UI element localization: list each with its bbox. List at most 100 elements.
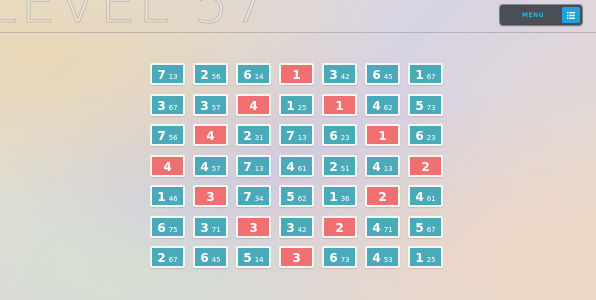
tile-subvalue: 61: [297, 164, 307, 173]
tile-subvalue: 67: [426, 225, 436, 234]
tile-value: 5: [286, 190, 295, 204]
grid-tile[interactable]: 4 61: [279, 154, 314, 177]
list-icon: [562, 7, 580, 23]
grid-tile[interactable]: 3 67: [150, 93, 185, 116]
grid-tile[interactable]: 1 46: [150, 185, 185, 207]
tile-subvalue: 57: [211, 103, 221, 112]
tile-value: 5: [243, 251, 252, 265]
grid-tile[interactable]: 2 56: [193, 63, 228, 85]
grid-tile[interactable]: 7 13: [236, 154, 271, 177]
grid-tile[interactable]: 5 67: [408, 215, 443, 238]
header-divider: [0, 32, 596, 33]
tile-subvalue: 57: [211, 164, 221, 173]
tile-value: 1: [415, 68, 424, 82]
grid-tile[interactable]: 4 71: [365, 215, 400, 238]
grid-tile[interactable]: 3 57: [193, 93, 228, 116]
menu-button[interactable]: MENU: [500, 5, 582, 25]
grid-tile[interactable]: 5 62: [279, 185, 314, 207]
grid-tile[interactable]: 3 42: [279, 215, 314, 238]
tile-value: 2: [378, 190, 387, 204]
grid-tile[interactable]: 6 73: [322, 246, 357, 268]
grid-tile[interactable]: 1 25: [279, 93, 314, 116]
grid-tile[interactable]: 4 57: [193, 154, 228, 177]
grid-tile[interactable]: 1: [279, 63, 314, 85]
grid-tile[interactable]: 2: [322, 215, 357, 238]
tile-value: 4: [200, 159, 209, 174]
tile-value: 2: [243, 129, 252, 143]
grid-tile[interactable]: 3 71: [193, 215, 228, 238]
tile-subvalue: 73: [426, 103, 436, 112]
tile-subvalue: 53: [383, 256, 393, 264]
tile-subvalue: 45: [211, 256, 221, 264]
tile-subvalue: 13: [168, 73, 178, 81]
tile-value: 6: [157, 220, 166, 235]
tile-value: 6: [329, 129, 338, 143]
tile-subvalue: 71: [211, 225, 221, 234]
tile-value: 7: [157, 68, 166, 82]
grid-tile[interactable]: 2 67: [150, 246, 185, 268]
grid-tile[interactable]: 4: [236, 93, 271, 116]
grid-tile[interactable]: 6 75: [150, 215, 185, 238]
grid-tile[interactable]: 7 13: [150, 63, 185, 85]
grid-tile[interactable]: 5 73: [408, 93, 443, 116]
grid-tile[interactable]: 4 61: [408, 185, 443, 207]
tile-value: 4: [372, 251, 381, 265]
grid-tile[interactable]: 6 23: [408, 124, 443, 146]
tile-subvalue: 14: [254, 256, 264, 264]
grid-tile[interactable]: 1: [365, 124, 400, 146]
grid-tile[interactable]: 6 14: [236, 63, 271, 85]
grid-tile[interactable]: 5 14: [236, 246, 271, 268]
tile-value: 5: [415, 220, 424, 235]
grid-tile[interactable]: 6 23: [322, 124, 357, 146]
grid-tile[interactable]: 7 13: [279, 124, 314, 146]
tile-subvalue: 62: [383, 103, 393, 112]
grid-tile[interactable]: 4: [150, 154, 185, 177]
tile-value: 6: [415, 129, 424, 143]
grid-tile[interactable]: 3: [193, 185, 228, 207]
tile-subvalue: 36: [340, 195, 350, 203]
tile-value: 1: [415, 251, 424, 265]
tile-subvalue: 67: [168, 256, 178, 264]
tile-value: 2: [329, 159, 338, 174]
grid-tile[interactable]: 2 51: [322, 154, 357, 177]
level-title: LEVEL 57: [0, 0, 271, 36]
grid-tile[interactable]: 4 13: [365, 154, 400, 177]
grid-tile[interactable]: 2: [408, 154, 443, 177]
tile-subvalue: 13: [254, 164, 264, 173]
tile-value: 4: [415, 190, 424, 204]
grid-tile[interactable]: 4 62: [365, 93, 400, 116]
grid-tile[interactable]: 7 34: [236, 185, 271, 207]
grid-tile[interactable]: 4: [193, 124, 228, 146]
tile-value: 4: [372, 98, 381, 113]
tile-value: 1: [335, 98, 344, 113]
grid-tile[interactable]: 3: [279, 246, 314, 268]
tile-subvalue: 14: [254, 73, 264, 81]
grid-tile[interactable]: 4 53: [365, 246, 400, 268]
grid-tile[interactable]: 6 45: [193, 246, 228, 268]
grid-tile[interactable]: 3: [236, 215, 271, 238]
tile-value: 3: [292, 251, 301, 265]
tile-subvalue: 46: [168, 195, 178, 203]
grid-tile[interactable]: 1 36: [322, 185, 357, 207]
tile-value: 3: [329, 68, 338, 82]
tile-value: 4: [249, 98, 258, 113]
tile-value: 3: [200, 220, 209, 235]
grid-tile[interactable]: 1 67: [408, 63, 443, 85]
tile-value: 1: [292, 68, 301, 82]
tile-value: 1: [329, 190, 338, 204]
grid-tile[interactable]: 2 31: [236, 124, 271, 146]
tile-value: 2: [157, 251, 166, 265]
tile-value: 3: [157, 98, 166, 113]
tile-subvalue: 61: [426, 195, 436, 203]
tile-subvalue: 25: [297, 103, 307, 112]
grid-tile[interactable]: 6 45: [365, 63, 400, 85]
tile-value: 3: [206, 190, 215, 204]
tile-subvalue: 45: [383, 73, 393, 81]
tile-value: 4: [163, 159, 172, 174]
grid-tile[interactable]: 2: [365, 185, 400, 207]
grid-tile[interactable]: 7 56: [150, 124, 185, 146]
grid-tile[interactable]: 1 25: [408, 246, 443, 268]
grid-tile[interactable]: 3 42: [322, 63, 357, 85]
grid-tile[interactable]: 1: [322, 93, 357, 116]
tile-value: 5: [415, 98, 424, 113]
